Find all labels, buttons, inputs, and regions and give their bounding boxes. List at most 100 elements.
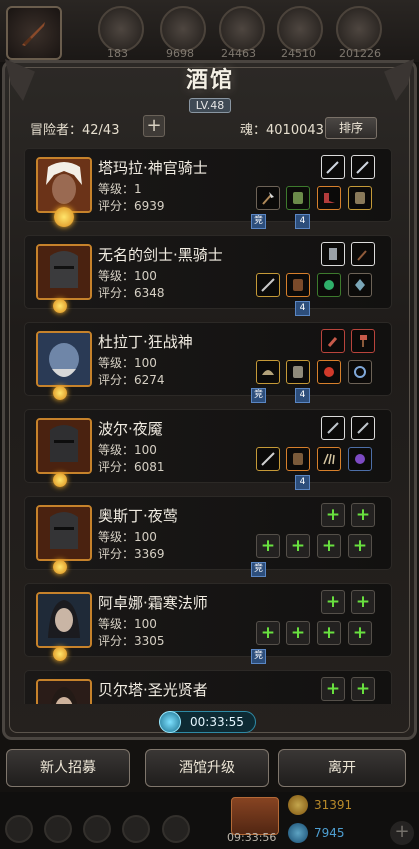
armor-icon <box>293 192 303 204</box>
equipment-slot[interactable] <box>317 360 341 384</box>
add-equipment-slot[interactable]: + <box>286 534 310 558</box>
adventurer-count: 冒险者：42/43 <box>30 123 120 138</box>
equipment-slot[interactable] <box>286 273 310 297</box>
weapon-slot[interactable] <box>321 242 345 266</box>
frame-ornament-left <box>5 59 35 101</box>
equipment-slot[interactable] <box>286 360 310 384</box>
sort-button[interactable]: 排序 <box>325 117 377 139</box>
hero-score: 评分：6348 <box>98 286 165 300</box>
resource-icon-4 <box>277 6 323 52</box>
add-weapon-slot[interactable]: + <box>321 590 345 614</box>
stats-row: 冒险者：42/43 + 魂：4010043 排序 <box>0 112 419 142</box>
weapon-slot[interactable] <box>321 329 345 353</box>
add-weapon-slot[interactable]: + <box>321 503 345 527</box>
weapon-slot[interactable] <box>321 416 345 440</box>
hero-portrait <box>36 679 92 704</box>
weapon-slot[interactable] <box>351 242 375 266</box>
weapon-slot[interactable] <box>321 155 345 179</box>
axe-icon <box>357 250 367 261</box>
weapon-slot[interactable] <box>351 155 375 179</box>
equipment-slot[interactable] <box>348 273 372 297</box>
hero-list[interactable]: 塔玛拉·神官骑士 等级：1 评分：6939 竞 4 无名的剑士·黑骑士 等级：1… <box>24 148 392 704</box>
hero-portrait <box>36 592 92 648</box>
hero-card[interactable]: 奥斯丁·夜莺 等级：100 评分：3369 + + + + + + 竞 <box>24 496 392 577</box>
add-currency-button[interactable]: + <box>390 821 414 845</box>
equipment-slot[interactable] <box>348 360 372 384</box>
dock-icon-2[interactable] <box>44 815 72 843</box>
rank-star-icon <box>53 647 67 661</box>
spear-icon <box>261 452 275 466</box>
resource-icon-5 <box>336 6 382 52</box>
equipment-slot[interactable] <box>256 273 280 297</box>
add-equipment-slot[interactable]: + <box>348 621 372 645</box>
add-icon: + <box>325 591 341 612</box>
hero-level: 等级：100 <box>98 617 157 631</box>
add-equipment-slot[interactable]: + <box>256 621 280 645</box>
hero-card[interactable]: 贝尔塔·圣光贤者 + + <box>24 670 392 704</box>
arena-tag: 竞 <box>251 388 266 403</box>
rank-star-icon <box>53 299 67 313</box>
weapon-slot[interactable] <box>351 416 375 440</box>
equipment-slot[interactable] <box>286 186 310 210</box>
add-equipment-slot[interactable]: + <box>317 534 341 558</box>
armor-icon <box>293 366 303 378</box>
add-equipment-slot[interactable]: + <box>286 621 310 645</box>
add-equipment-slot[interactable]: + <box>348 534 372 558</box>
equipment-slot[interactable] <box>348 447 372 471</box>
hero-name: 杜拉丁·狂战神 <box>98 333 193 351</box>
tavern-upgrade-button[interactable]: 酒馆升级 <box>145 749 269 787</box>
add-equipment-slot[interactable]: + <box>256 534 280 558</box>
equipment-slot[interactable] <box>256 360 280 384</box>
dagger-icon <box>327 422 339 434</box>
equipment-slot[interactable] <box>317 186 341 210</box>
dock-icon-3[interactable] <box>83 815 111 843</box>
dock-icon-5[interactable] <box>162 815 190 843</box>
add-weapon-slot[interactable]: + <box>351 503 375 527</box>
equipment-slot[interactable] <box>256 447 280 471</box>
equipment-slot[interactable] <box>348 186 372 210</box>
add-weapon-slot[interactable]: + <box>351 590 375 614</box>
gold-coin-icon <box>288 795 308 815</box>
equipment-slot[interactable] <box>256 186 280 210</box>
recruit-button[interactable]: 新人招募 <box>6 749 130 787</box>
dock-icon-4[interactable] <box>122 815 150 843</box>
leave-button[interactable]: 离开 <box>278 749 406 787</box>
hero-menu-button[interactable] <box>6 6 62 60</box>
add-weapon-slot[interactable]: + <box>351 677 375 701</box>
timer-text: 00:33:55 <box>190 715 244 729</box>
hero-name: 塔玛拉·神官骑士 <box>98 159 208 177</box>
hero-portrait <box>36 505 92 561</box>
sword-icon <box>326 161 339 174</box>
sword-icon <box>22 22 45 46</box>
resource-value-1: 183 <box>107 47 128 60</box>
axe-icon <box>262 192 274 205</box>
dock-icon-1[interactable] <box>5 815 33 843</box>
hero-level: 等级：1 <box>98 182 142 196</box>
resource-value-2: 9698 <box>166 47 194 60</box>
treasure-chest-icon[interactable] <box>231 797 279 835</box>
add-slot-button[interactable]: + <box>143 115 165 137</box>
axe-icon <box>327 337 338 347</box>
hero-card[interactable]: 塔玛拉·神官骑士 等级：1 评分：6939 竞 4 <box>24 148 392 229</box>
equipment-slot[interactable] <box>286 447 310 471</box>
hero-portrait <box>36 157 92 213</box>
hero-card[interactable]: 无名的剑士·黑骑士 等级：100 评分：6348 4 <box>24 235 392 316</box>
hero-name: 奥斯丁·夜莺 <box>98 507 178 525</box>
hero-card[interactable]: 阿卓娜·霜寒法师 等级：100 评分：3305 + + + + + + 竞 <box>24 583 392 664</box>
add-equipment-slot[interactable]: + <box>317 621 341 645</box>
weapon-slot[interactable] <box>351 329 375 353</box>
equipment-slot[interactable] <box>317 447 341 471</box>
hero-card[interactable]: 波尔·夜魇 等级：100 评分：6081 4 <box>24 409 392 490</box>
arena-tag: 竞 <box>251 214 266 229</box>
hero-card[interactable]: 杜拉丁·狂战神 等级：100 评分：6274 竞 4 <box>24 322 392 403</box>
hero-name: 贝尔塔·圣光贤者 <box>98 681 208 699</box>
frame-ornament-right <box>384 59 414 101</box>
clock-icon <box>159 711 181 733</box>
add-weapon-slot[interactable]: + <box>321 677 345 701</box>
add-icon: + <box>321 622 337 643</box>
equipment-slot[interactable] <box>317 273 341 297</box>
hero-level: 等级：100 <box>98 269 157 283</box>
ring-icon <box>354 366 366 378</box>
hero-level: 等级：100 <box>98 530 157 544</box>
spear-icon <box>261 278 275 292</box>
